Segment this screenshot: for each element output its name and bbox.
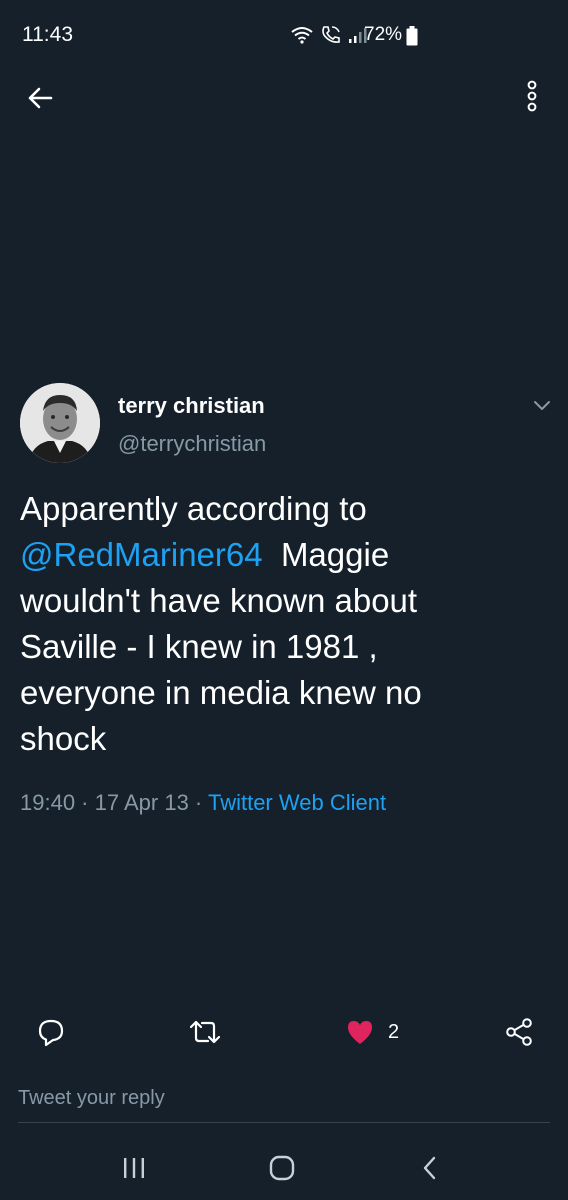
- tweet-meta: 19:40 · 17 Apr 13 · Twitter Web Client: [20, 788, 386, 818]
- avatar-photo: [20, 383, 100, 463]
- tweet-text-segment: Maggie: [262, 536, 390, 573]
- tweet-line: wouldn't have known about: [20, 578, 550, 624]
- mention-link[interactable]: @RedMariner64: [20, 536, 263, 573]
- tweet-line: Apparently according to: [20, 486, 550, 532]
- reply-button[interactable]: [36, 1014, 66, 1050]
- more-vertical-icon: [525, 80, 539, 112]
- tweet-line: Saville - I knew in 1981 ,: [20, 624, 550, 670]
- wifi-icon: [290, 25, 314, 45]
- tweet-line: shock: [20, 716, 550, 762]
- nav-recents-button[interactable]: [104, 1150, 164, 1186]
- nav-back-button[interactable]: [400, 1150, 460, 1186]
- back-button[interactable]: [20, 78, 60, 118]
- chevron-down-icon: [533, 400, 551, 412]
- battery-icon: [406, 26, 418, 51]
- share-button[interactable]: [504, 1014, 534, 1050]
- recents-icon: [121, 1156, 147, 1180]
- retweet-icon: [188, 1017, 222, 1047]
- author-avatar[interactable]: [20, 383, 100, 463]
- status-time: 11:43: [22, 23, 73, 46]
- tweet-text-segment: shock: [20, 720, 107, 757]
- nav-home-button[interactable]: [252, 1150, 312, 1186]
- wifi-calling-icon: [320, 25, 342, 45]
- author-display-name[interactable]: terry christian: [118, 392, 265, 420]
- status-icons: [290, 25, 368, 45]
- tweet-line: @RedMariner64 Maggie: [20, 532, 550, 578]
- tweet-options-button[interactable]: [528, 394, 556, 418]
- tweet-text-segment: everyone in media knew no: [20, 674, 422, 711]
- retweet-button[interactable]: [188, 1014, 222, 1050]
- arrow-left-icon: [26, 86, 54, 110]
- reply-icon: [36, 1017, 66, 1047]
- heart-filled-icon: [346, 1019, 374, 1045]
- like-button[interactable]: 2: [346, 1014, 399, 1050]
- author-handle[interactable]: @terrychristian: [118, 430, 266, 458]
- meta-separator: ·: [188, 790, 208, 815]
- meta-separator: ·: [75, 790, 95, 815]
- tweet-text-segment: Saville - I knew in 1981 ,: [20, 628, 378, 665]
- tweet-time: 19:40: [20, 790, 76, 815]
- tweet-text: Apparently according to @RedMariner64 Ma…: [20, 486, 550, 762]
- chevron-left-icon: [420, 1155, 440, 1181]
- tweet-source-link[interactable]: Twitter Web Client: [208, 790, 386, 815]
- tweet-text-segment: Apparently according to: [20, 490, 367, 527]
- reply-input[interactable]: Tweet your reply: [18, 1084, 165, 1112]
- more-options-button[interactable]: [514, 76, 550, 116]
- battery-percentage: 72%: [364, 24, 403, 45]
- tweet-date: 17 Apr 13: [94, 790, 189, 815]
- tweet-line: everyone in media knew no: [20, 670, 550, 716]
- share-icon: [504, 1017, 534, 1047]
- home-icon: [268, 1155, 296, 1181]
- like-count: 2: [388, 1020, 400, 1043]
- reply-divider: [18, 1122, 550, 1123]
- tweet-text-segment: wouldn't have known about: [20, 582, 418, 619]
